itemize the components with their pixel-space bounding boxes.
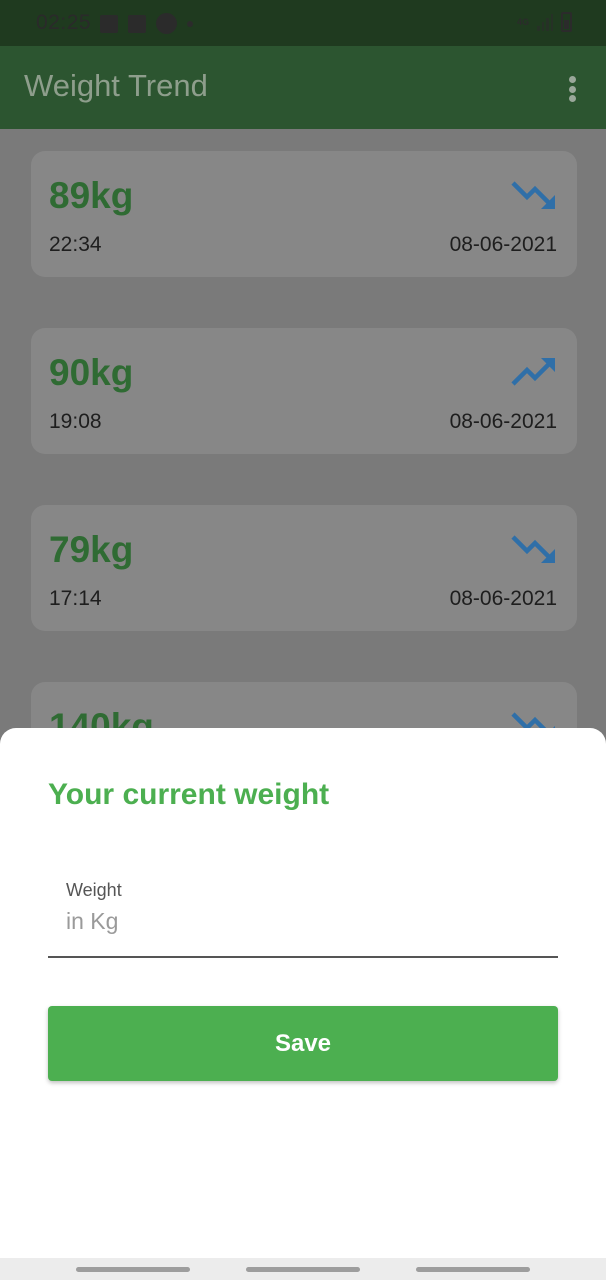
trending-up-icon [511, 358, 555, 386]
status-time: 02:25 [36, 11, 92, 34]
entry-date: 08-06-2021 [449, 410, 557, 433]
system-icons: 4G [517, 12, 572, 32]
whatsapp-icon [156, 13, 177, 34]
navigation-bar [0, 1258, 606, 1280]
network-4g-icon: 4G [516, 17, 529, 27]
nav-back-handle[interactable] [76, 1267, 190, 1272]
weight-entry-card[interactable]: 90kg 19:08 08-06-2021 [31, 328, 577, 454]
sheet-title: Your current weight [48, 778, 330, 811]
weight-entry-card[interactable]: 89kg 22:34 08-06-2021 [31, 151, 577, 277]
weight-input[interactable] [66, 908, 536, 935]
save-button[interactable]: Save [48, 1006, 558, 1081]
page-title: Weight Trend [24, 68, 208, 103]
entry-date: 08-06-2021 [449, 587, 557, 610]
app-bar: Weight Trend [0, 46, 606, 129]
image-icon [100, 14, 118, 33]
battery-icon [561, 12, 572, 32]
dot-icon [187, 20, 193, 27]
weight-field[interactable]: Weight [48, 878, 558, 958]
trending-down-icon [511, 181, 555, 209]
entry-date: 08-06-2021 [449, 233, 557, 256]
entry-weight: 89kg [49, 175, 134, 216]
entry-time: 17:14 [49, 587, 102, 610]
entry-time: 19:08 [49, 410, 102, 433]
signal-icon [537, 13, 553, 31]
trending-down-icon [511, 535, 555, 563]
weight-entry-card[interactable]: 79kg 17:14 08-06-2021 [31, 505, 577, 631]
more-options-icon[interactable] [568, 76, 576, 102]
notification-icons [100, 13, 193, 34]
status-bar: 02:25 4G [0, 0, 606, 46]
weight-input-sheet: Your current weight Weight Save [0, 728, 606, 1280]
nav-recents-handle[interactable] [416, 1267, 530, 1272]
weight-field-label: Weight [66, 880, 122, 900]
entry-weight: 79kg [49, 529, 134, 570]
entry-time: 22:34 [49, 233, 102, 256]
entry-weight: 90kg [49, 352, 134, 393]
facebook-icon [128, 14, 146, 33]
nav-home-handle[interactable] [246, 1267, 360, 1272]
